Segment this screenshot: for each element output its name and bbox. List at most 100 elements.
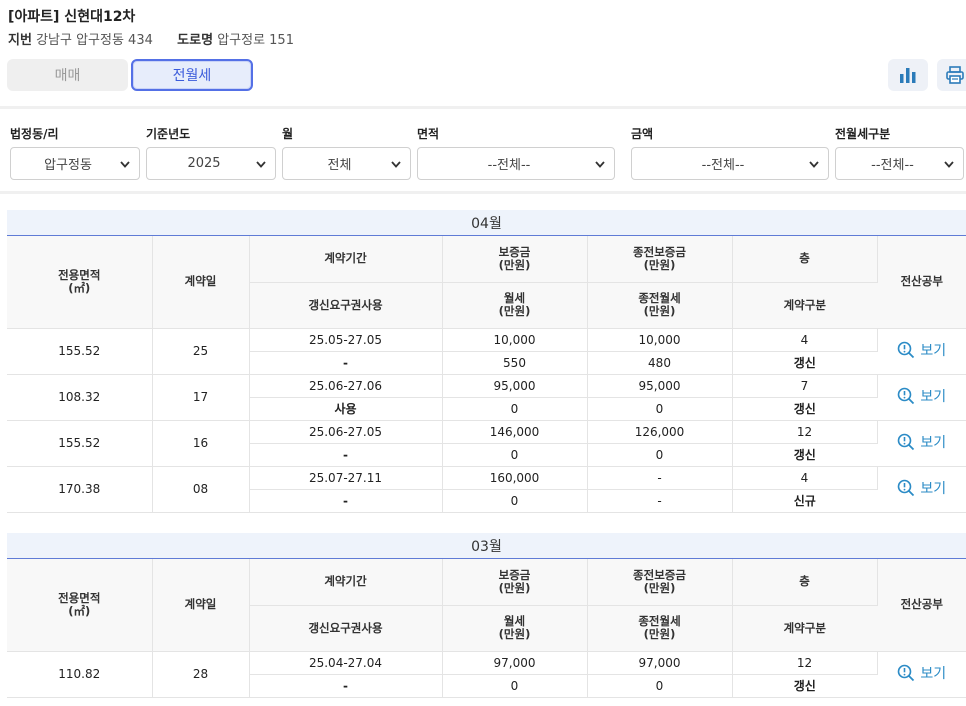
view-label: 보기: [920, 389, 947, 405]
area-select[interactable]: --전체--: [417, 147, 615, 180]
transactions-table: 전용면적 (㎡) 계약일 계약기간 보증금 (만원) 종전보증금 (만원) 층 전산공부 갱신…: [7, 236, 966, 513]
year-select-value: 2025: [187, 156, 221, 171]
view-button[interactable]: 보기: [897, 386, 946, 406]
type-select[interactable]: --전체--: [835, 147, 964, 180]
month-section: 03월 전용면적 (㎡) 계약일 계약기간 보증금 (만원) 종전보증금 (만원) 층 전산공…: [7, 533, 966, 698]
search-alert-icon: [898, 479, 915, 497]
col-prev-deposit: 종전보증금 (만원): [587, 236, 733, 283]
monthly-cell: 550: [442, 351, 588, 375]
period-cell: 25.04-27.04: [249, 651, 443, 675]
col-floor: 층: [732, 236, 878, 283]
chevron-down-icon: [595, 161, 605, 168]
prev-monthly-cell: 0: [587, 674, 733, 698]
col-deposit: 보증금 (만원): [442, 559, 588, 606]
period-cell: 25.07-27.11: [249, 466, 443, 490]
area-cell: 110.82: [7, 651, 153, 698]
search-alert-icon: [898, 387, 915, 405]
contract-type-cell: 갱신: [732, 397, 877, 421]
chevron-down-icon: [120, 161, 130, 168]
type-select-value: --전체--: [871, 158, 914, 173]
view-button[interactable]: 보기: [897, 432, 946, 452]
floor-cell: 4: [732, 466, 878, 490]
col-area: 전용면적 (㎡): [7, 559, 153, 652]
amount-select[interactable]: --전체--: [631, 147, 829, 180]
registry-cell: 보기: [877, 374, 966, 421]
address: 지번 강남구 압구정동 434 도로명 압구정로 151: [8, 29, 294, 48]
area-cell: 108.32: [7, 374, 153, 421]
year-select[interactable]: 2025: [146, 147, 276, 180]
renewal-cell: 사용: [249, 397, 443, 421]
day-cell: 25: [152, 328, 250, 375]
month-section: 04월 전용면적 (㎡) 계약일 계약기간 보증금 (만원) 종전보증금 (만원) 층 전산공…: [7, 210, 966, 513]
period-cell: 25.06-27.05: [249, 420, 443, 444]
monthly-cell: 0: [442, 489, 588, 513]
type-label: 전월세구분: [835, 127, 891, 141]
period-cell: 25.05-27.05: [249, 328, 443, 352]
area-cell: 155.52: [7, 420, 153, 467]
registry-cell: 보기: [877, 651, 966, 698]
chevron-down-icon: [391, 161, 401, 168]
day-cell: 17: [152, 374, 250, 421]
floor-cell: 12: [732, 651, 878, 675]
view-button[interactable]: 보기: [897, 340, 946, 360]
bar-chart-icon: [900, 68, 916, 83]
view-button[interactable]: 보기: [897, 663, 946, 683]
floor-cell: 12: [732, 420, 878, 444]
col-period: 계약기간: [249, 559, 443, 606]
area-select-value: --전체--: [487, 158, 531, 173]
registry-cell: 보기: [877, 420, 966, 467]
col-contract-type: 계약구분: [732, 282, 877, 329]
registry-cell: 보기: [877, 466, 966, 513]
tab-rent[interactable]: 전월세: [131, 59, 253, 91]
renewal-cell: -: [249, 674, 443, 698]
area-cell: 155.52: [7, 328, 153, 375]
transactions-table: 전용면적 (㎡) 계약일 계약기간 보증금 (만원) 종전보증금 (만원) 층 전산공부 갱신…: [7, 559, 966, 698]
printer-icon: [946, 66, 964, 84]
filter-bar: 법정동/리 압구정동 기준년도 2025 월 전체 면적 --전체-- 금액 -…: [0, 106, 966, 194]
prev-deposit-cell: 126,000: [587, 420, 733, 444]
month-label: 월: [282, 127, 294, 141]
print-button[interactable]: [937, 59, 966, 91]
col-prev-monthly: 종전월세 (만원): [587, 605, 733, 652]
period-cell: 25.06-27.06: [249, 374, 443, 398]
search-alert-icon: [898, 664, 915, 682]
contract-type-cell: 신규: [732, 489, 877, 513]
contract-type-cell: 갱신: [732, 443, 877, 467]
floor-cell: 7: [732, 374, 878, 398]
month-title: 04월: [7, 210, 966, 236]
area-cell: 170.38: [7, 466, 153, 513]
month-select-value: 전체: [327, 158, 352, 173]
view-label: 보기: [920, 481, 947, 497]
chevron-down-icon: [809, 161, 819, 168]
dong-select[interactable]: 압구정동: [10, 147, 140, 180]
jibun-label: 지번: [8, 33, 32, 48]
area-label: 면적: [417, 127, 440, 141]
col-monthly: 월세 (만원): [442, 282, 588, 329]
amount-select-value: --전체--: [701, 158, 745, 173]
col-day: 계약일: [152, 559, 250, 652]
view-label: 보기: [920, 343, 947, 359]
monthly-cell: 0: [442, 397, 588, 421]
day-cell: 28: [152, 651, 250, 698]
search-alert-icon: [898, 341, 915, 359]
table-row: 108.32 17 25.06-27.06 95,000 95,000 7 보기: [7, 374, 966, 421]
prev-deposit-cell: 95,000: [587, 374, 733, 398]
contract-type-cell: 갱신: [732, 674, 877, 698]
contract-type-cell: 갱신: [732, 351, 877, 375]
tab-sale[interactable]: 매매: [7, 59, 128, 91]
monthly-cell: 0: [442, 443, 588, 467]
renewal-cell: -: [249, 443, 443, 467]
prev-monthly-cell: 0: [587, 397, 733, 421]
col-prev-deposit: 종전보증금 (만원): [587, 559, 733, 606]
monthly-cell: 0: [442, 674, 588, 698]
col-contract-type: 계약구분: [732, 605, 877, 652]
amount-label: 금액: [631, 127, 654, 141]
renewal-cell: -: [249, 489, 443, 513]
year-label: 기준년도: [146, 127, 191, 141]
month-title: 03월: [7, 533, 966, 559]
chart-button[interactable]: [888, 59, 928, 91]
view-button[interactable]: 보기: [897, 478, 946, 498]
col-floor: 층: [732, 559, 878, 606]
prev-deposit-cell: 10,000: [587, 328, 733, 352]
month-select[interactable]: 전체: [282, 147, 411, 180]
